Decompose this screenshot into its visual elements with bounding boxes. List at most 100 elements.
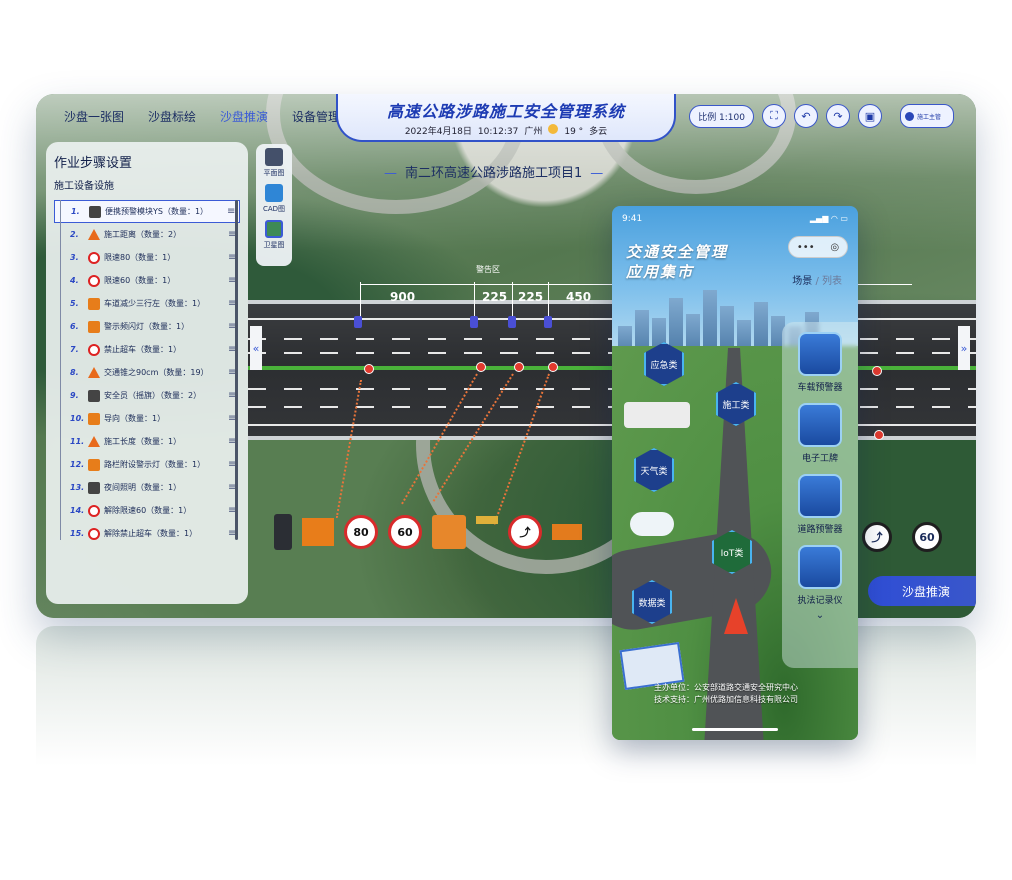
guide-chevron[interactable] (552, 524, 582, 540)
collapse-left-icon[interactable]: « (250, 326, 262, 370)
view-switcher: 平面图 CAD图 卫星图 (256, 144, 292, 266)
rail-item[interactable]: 执法记录仪 (782, 545, 858, 606)
end-speed-limit-60-sign[interactable]: 60 (912, 522, 942, 552)
user-menu[interactable]: 施工主管 (900, 104, 954, 128)
speed-limit-icon (88, 251, 100, 264)
construction-length-icon (88, 436, 100, 447)
fullscreen-icon[interactable]: ⛶ (762, 104, 786, 128)
drag-handle-icon[interactable]: ≡ (228, 505, 240, 516)
redo-icon[interactable]: ↷ (826, 104, 850, 128)
drag-handle-icon[interactable]: ≡ (228, 390, 240, 401)
drag-handle-icon[interactable]: ≡ (228, 413, 240, 424)
close-icon[interactable]: ◎ (830, 242, 839, 253)
plan-icon (265, 148, 283, 166)
kilometer-marker[interactable] (470, 316, 478, 328)
step-item[interactable]: 5. 车道减少三行左（数量：1） ≡ (54, 292, 240, 315)
device-pin[interactable] (364, 364, 374, 374)
kilometer-marker[interactable] (508, 316, 516, 328)
cloud-icon (630, 512, 674, 536)
device-pin[interactable] (874, 430, 884, 440)
view-plan[interactable]: 平面图 (256, 148, 292, 178)
warning-zone-label: 警告区 (476, 265, 500, 274)
user-icon (905, 111, 914, 121)
step-item[interactable]: 7. 禁止超车（数量：1） ≡ (54, 338, 240, 361)
end-no-overtaking-icon (88, 527, 100, 540)
drag-handle-icon[interactable]: ≡ (228, 298, 240, 309)
warning-module-icon[interactable] (274, 514, 292, 550)
tab-sandbox-map[interactable]: 沙盘一张图 (64, 108, 124, 125)
step-item[interactable]: 15. 解除禁止超车（数量：1） ≡ (54, 522, 240, 545)
device-pin[interactable] (476, 362, 486, 372)
drag-handle-icon[interactable]: ≡ (228, 528, 240, 539)
city: 广州 (524, 127, 543, 137)
speed-limit-60-sign[interactable]: 60 (388, 515, 422, 549)
step-list: 1. 便携预警模块YS（数量：1） ≡ 2. 施工距离（数量：2） ≡ 3. 限速80（数… (54, 200, 240, 545)
rail-item[interactable]: 电子工牌 (782, 403, 858, 464)
step-item[interactable]: 4. 限速60（数量：1） ≡ (54, 269, 240, 292)
step-item[interactable]: 14. 解除限速60（数量：1） ≡ (54, 499, 240, 522)
end-speed-limit-icon (88, 504, 100, 517)
step-item[interactable]: 8. 交通锥之90cm（数量：19） ≡ (54, 361, 240, 384)
end-no-overtaking-sign[interactable]: ⤴ (862, 522, 892, 552)
footer: 主办单位：公安部道路交通安全研究中心 技术支持：广州优路加信息科技有限公司 (654, 683, 798, 704)
drag-handle-icon[interactable]: ≡ (228, 459, 240, 470)
deduce-button[interactable]: 沙盘推演 (868, 576, 976, 606)
app-title: 高速公路涉路施工安全管理系统 (386, 102, 625, 121)
scrollbar[interactable] (235, 200, 238, 540)
drag-handle-icon[interactable]: ≡ (228, 252, 240, 263)
drag-handle-icon[interactable]: ≡ (228, 229, 240, 240)
drag-handle-icon[interactable]: ≡ (228, 344, 240, 355)
guide-icon (88, 412, 100, 425)
rail-item[interactable]: 车载预警器 (782, 332, 858, 393)
step-item[interactable]: 2. 施工距离（数量：2） ≡ (54, 223, 240, 246)
drag-handle-icon[interactable]: ≡ (228, 482, 240, 493)
device-pin[interactable] (548, 362, 558, 372)
scale-indicator[interactable]: 比例 1:100 (689, 104, 754, 128)
save-icon[interactable]: ▣ (858, 104, 882, 128)
step-item[interactable]: 3. 限速80（数量：1） ≡ (54, 246, 240, 269)
mobile-app: 9:41 ▂▄▆ ◠ ▭ ••• ◎ 交通安全管理 应用集市 场景 / 列表 应急… (612, 206, 858, 740)
drag-handle-icon[interactable]: ≡ (228, 367, 240, 378)
step-item[interactable]: 12. 路栏附设警示灯（数量：1） ≡ (54, 453, 240, 476)
datetime-weather: 2022年4月18日 10:12:37 广州 19 ° 多云 (338, 124, 674, 137)
distance-900: 900 (390, 290, 416, 304)
step-item[interactable]: 13. 夜间照明（数量：1） ≡ (54, 476, 240, 499)
list-tab[interactable]: 列表 (822, 276, 842, 287)
scene-tab[interactable]: 场景 (792, 276, 812, 287)
step-item[interactable]: 1. 便携预警模块YS（数量：1） ≡ (54, 200, 240, 223)
panel-subtitle: 施工设备设施 (54, 181, 114, 192)
warning-module-icon (89, 205, 101, 218)
flash-light-post[interactable] (476, 516, 498, 548)
distance-225a: 225 (482, 290, 508, 304)
no-overtaking-sign[interactable]: ⤴ (508, 515, 542, 549)
drag-handle-icon[interactable]: ≡ (228, 275, 240, 286)
tab-sandbox-plot[interactable]: 沙盘标绘 (148, 108, 196, 125)
step-item[interactable]: 9. 安全员（摇旗）（数量：2） ≡ (54, 384, 240, 407)
device-pin[interactable] (514, 362, 524, 372)
home-indicator[interactable] (692, 728, 778, 731)
lane-reduce-board[interactable] (432, 515, 466, 549)
traffic-cone-icon (88, 367, 100, 378)
speed-limit-80-sign[interactable]: 80 (344, 515, 378, 549)
tab-device-management[interactable]: 设备管理 (292, 108, 340, 125)
miniapp-capsule[interactable]: ••• ◎ (788, 236, 848, 258)
temperature: 19 ° (564, 127, 584, 137)
rail-item[interactable]: 道路预警器 (782, 474, 858, 535)
view-satellite[interactable]: 卫星图 (256, 220, 292, 250)
construction-sign-icon[interactable] (302, 518, 334, 546)
kilometer-marker[interactable] (354, 316, 362, 328)
collapse-right-icon[interactable]: » (958, 326, 970, 370)
step-item[interactable]: 6. 警示频闪灯（数量：1） ≡ (54, 315, 240, 338)
tab-sandbox-deduce[interactable]: 沙盘推演 (220, 108, 268, 125)
chevron-down-icon[interactable]: ⌄ (782, 610, 858, 621)
undo-icon[interactable]: ↶ (794, 104, 818, 128)
device-pin[interactable] (872, 366, 882, 376)
step-item[interactable]: 10. 导向（数量：1） ≡ (54, 407, 240, 430)
step-item[interactable]: 11. 施工长度（数量：1） ≡ (54, 430, 240, 453)
more-icon[interactable]: ••• (797, 242, 815, 253)
kilometer-marker[interactable] (544, 316, 552, 328)
road-warner-icon (798, 474, 842, 518)
drag-handle-icon[interactable]: ≡ (228, 321, 240, 332)
drag-handle-icon[interactable]: ≡ (228, 436, 240, 447)
view-cad[interactable]: CAD图 (256, 184, 292, 214)
